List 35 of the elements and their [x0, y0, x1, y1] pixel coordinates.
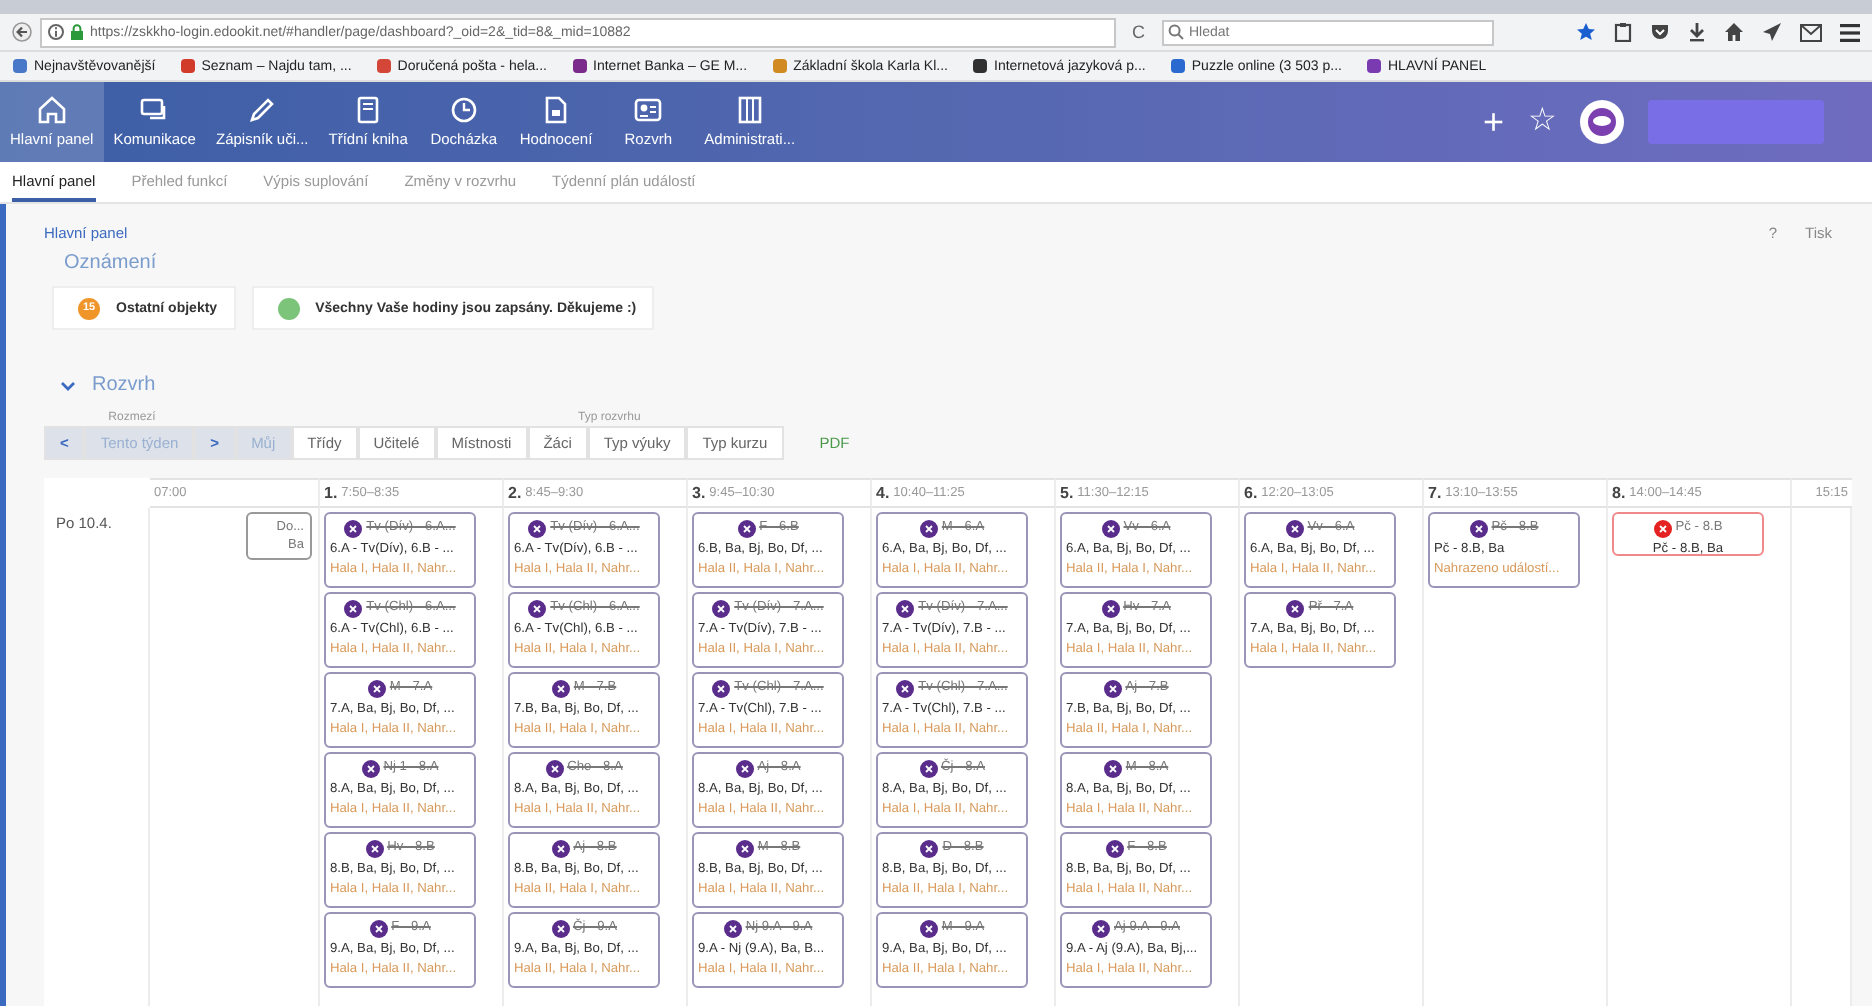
- period-number: 1.: [324, 484, 338, 502]
- favorite-button[interactable]: ☆: [1528, 106, 1556, 138]
- menu-icon[interactable]: [1840, 23, 1860, 41]
- avatar-icon[interactable]: [1580, 100, 1624, 144]
- home-icon[interactable]: [1724, 22, 1744, 42]
- period-number: 8.: [1612, 484, 1626, 502]
- id-card-icon: [634, 96, 663, 124]
- pen-icon: [248, 96, 277, 124]
- home-icon: [37, 96, 66, 124]
- period-number: 3.: [692, 484, 706, 502]
- document-icon: [542, 96, 571, 124]
- period-number: 7.: [1428, 484, 1442, 502]
- notebook-icon: [354, 96, 383, 124]
- period-number: 5.: [1060, 484, 1074, 502]
- shield-icon[interactable]: [1650, 22, 1670, 42]
- chat-icon: [140, 96, 169, 124]
- period-number: 4.: [876, 484, 890, 502]
- send-icon[interactable]: [1762, 22, 1782, 42]
- search-icon: [1167, 24, 1183, 40]
- back-arrow-icon[interactable]: [12, 22, 32, 42]
- download-icon[interactable]: [1688, 22, 1706, 42]
- status-dot: [277, 297, 300, 319]
- star-icon[interactable]: [1576, 22, 1596, 42]
- period-number: 2.: [508, 484, 522, 502]
- reload-button[interactable]: C: [1124, 22, 1153, 42]
- clock-icon: [449, 96, 478, 124]
- info-icon: [48, 24, 64, 40]
- mail-icon[interactable]: [1800, 23, 1822, 41]
- add-button[interactable]: +: [1482, 104, 1504, 140]
- lock-icon: [70, 24, 84, 40]
- clipboard-icon[interactable]: [1614, 22, 1632, 42]
- chevron-down-icon[interactable]: [60, 377, 76, 393]
- period-number: 6.: [1244, 484, 1258, 502]
- columns-icon: [735, 96, 764, 124]
- section-title: Oznámení: [64, 252, 159, 274]
